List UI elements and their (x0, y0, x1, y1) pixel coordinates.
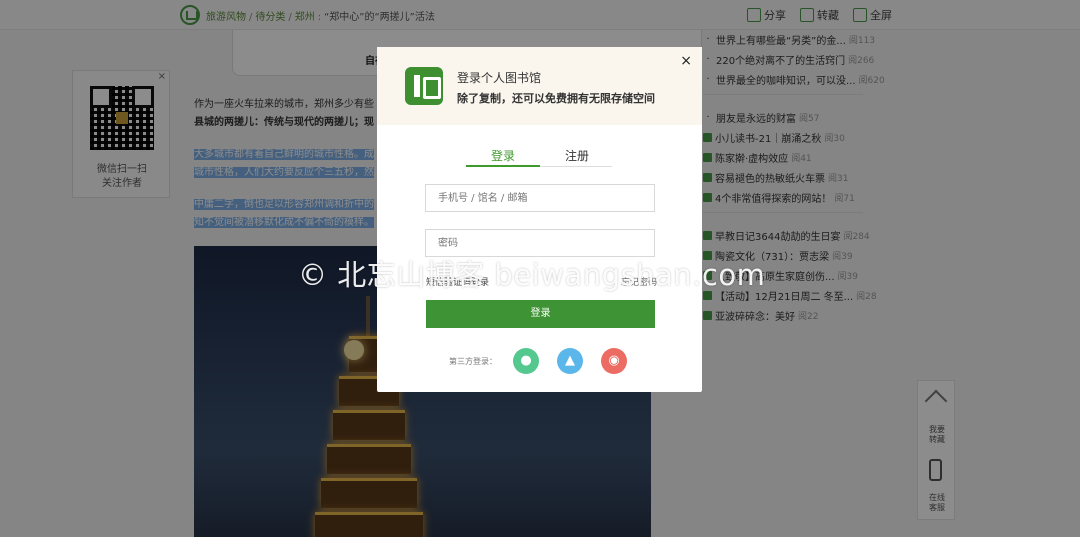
wechat-login-icon[interactable]: ● (513, 348, 539, 374)
watermark: © 北忘山博客 beiwangshan.com (298, 258, 766, 292)
modal-subtitle: 除了复制，还可以免费拥有无限存储空间 (457, 92, 655, 105)
modal-header: 登录个人图书馆 除了复制，还可以免费拥有无限存储空间 × (377, 47, 702, 125)
login-button[interactable]: 登录 (426, 300, 655, 328)
weibo-login-icon[interactable]: ◉ (601, 348, 627, 374)
library-logo-icon (405, 67, 443, 105)
login-modal: 登录个人图书馆 除了复制，还可以免费拥有无限存储空间 × 登录 注册 短信验证码… (377, 47, 702, 392)
tab-register[interactable]: 注册 (540, 147, 614, 164)
tab-indicator (466, 165, 540, 167)
modal-title: 登录个人图书馆 (457, 71, 542, 85)
auth-tabs: 登录 注册 (466, 147, 612, 167)
third-party-label: 第三方登录： (449, 357, 497, 366)
qq-login-icon[interactable]: ▲ (557, 348, 583, 374)
tab-login[interactable]: 登录 (466, 147, 540, 164)
account-input[interactable] (425, 184, 655, 212)
close-icon[interactable]: × (680, 53, 692, 69)
